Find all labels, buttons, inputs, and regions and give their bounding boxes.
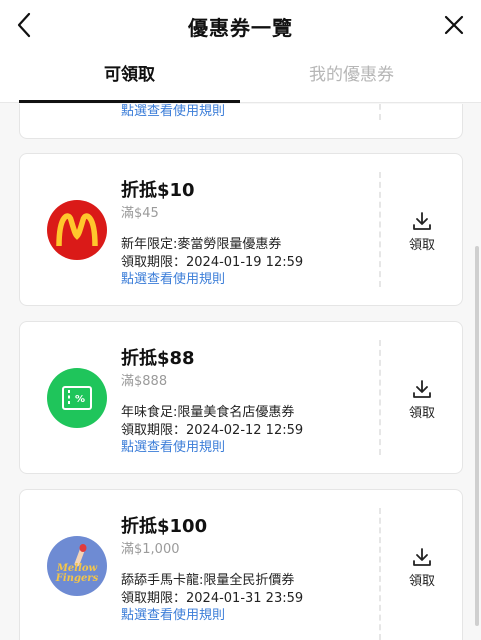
card-divider xyxy=(379,104,381,120)
minimum-spend: 滿$45 xyxy=(121,206,159,221)
usage-rules-link[interactable]: 點選查看使用規則 xyxy=(121,604,225,623)
minimum-spend: 滿$1,000 xyxy=(121,542,180,557)
macaron-shop-logo-icon: Mellow Fingers xyxy=(47,536,107,596)
minimum-spend: 滿$888 xyxy=(121,374,168,389)
usage-rules-link[interactable]: 點選查看使用規則 xyxy=(121,104,225,119)
tab-available[interactable]: 可領取 xyxy=(19,58,240,103)
usage-rules-link[interactable]: 點選查看使用規則 xyxy=(121,436,225,455)
download-icon xyxy=(413,380,431,398)
mcdonalds-logo-icon xyxy=(47,200,107,260)
claim-label: 領取 xyxy=(408,574,435,589)
download-icon xyxy=(413,212,431,230)
header: 優惠券一覽 可領取 我的優惠券 xyxy=(0,0,481,103)
card-divider xyxy=(379,172,381,287)
claim-label: 領取 xyxy=(408,406,435,421)
svg-text:%: % xyxy=(75,394,85,405)
scrollbar[interactable] xyxy=(475,246,479,626)
coupon-card: 點選查看使用規則 xyxy=(19,104,463,139)
coupon-ticket-icon: % xyxy=(47,368,107,428)
coupon-amount: 折抵$10 xyxy=(121,180,195,201)
claim-label: 領取 xyxy=(408,238,435,253)
page-title: 優惠券一覽 xyxy=(188,16,293,40)
claim-button[interactable]: 領取 xyxy=(392,210,452,254)
tab-my-coupons[interactable]: 我的優惠券 xyxy=(241,58,462,103)
tab-bar: 可領取 我的優惠券 xyxy=(0,58,481,103)
close-button[interactable] xyxy=(441,12,467,38)
coupon-description: 新年限定:麥當勞限量優惠券 xyxy=(121,237,282,252)
card-divider xyxy=(379,340,381,455)
download-icon xyxy=(413,548,431,566)
coupon-description: 年味食足:限量美食名店優惠券 xyxy=(121,405,295,420)
coupon-card: 折抵$10 滿$45 新年限定:麥當勞限量優惠券 領取期限：2024-01-19… xyxy=(19,153,463,306)
claim-button[interactable]: 領取 xyxy=(392,546,452,590)
claim-button[interactable]: 領取 xyxy=(392,378,452,422)
logo-text-bottom: Fingers xyxy=(55,573,99,584)
usage-rules-link[interactable]: 點選查看使用規則 xyxy=(121,268,225,287)
coupon-card: Mellow Fingers 折抵$100 滿$1,000 舔舔手馬卡龍:限量全… xyxy=(19,489,463,640)
close-icon xyxy=(444,15,464,35)
coupon-amount: 折抵$100 xyxy=(121,516,208,537)
card-divider xyxy=(379,508,381,640)
coupon-amount: 折抵$88 xyxy=(121,348,195,369)
coupon-description: 舔舔手馬卡龍:限量全民折價券 xyxy=(121,573,295,588)
coupon-card: % 折抵$88 滿$888 年味食足:限量美食名店優惠券 領取期限：2024-0… xyxy=(19,321,463,474)
coupon-list[interactable]: 點選查看使用規則 折抵$10 滿$45 新年限定:麥當勞限量優惠券 領取期限：2… xyxy=(0,104,481,640)
